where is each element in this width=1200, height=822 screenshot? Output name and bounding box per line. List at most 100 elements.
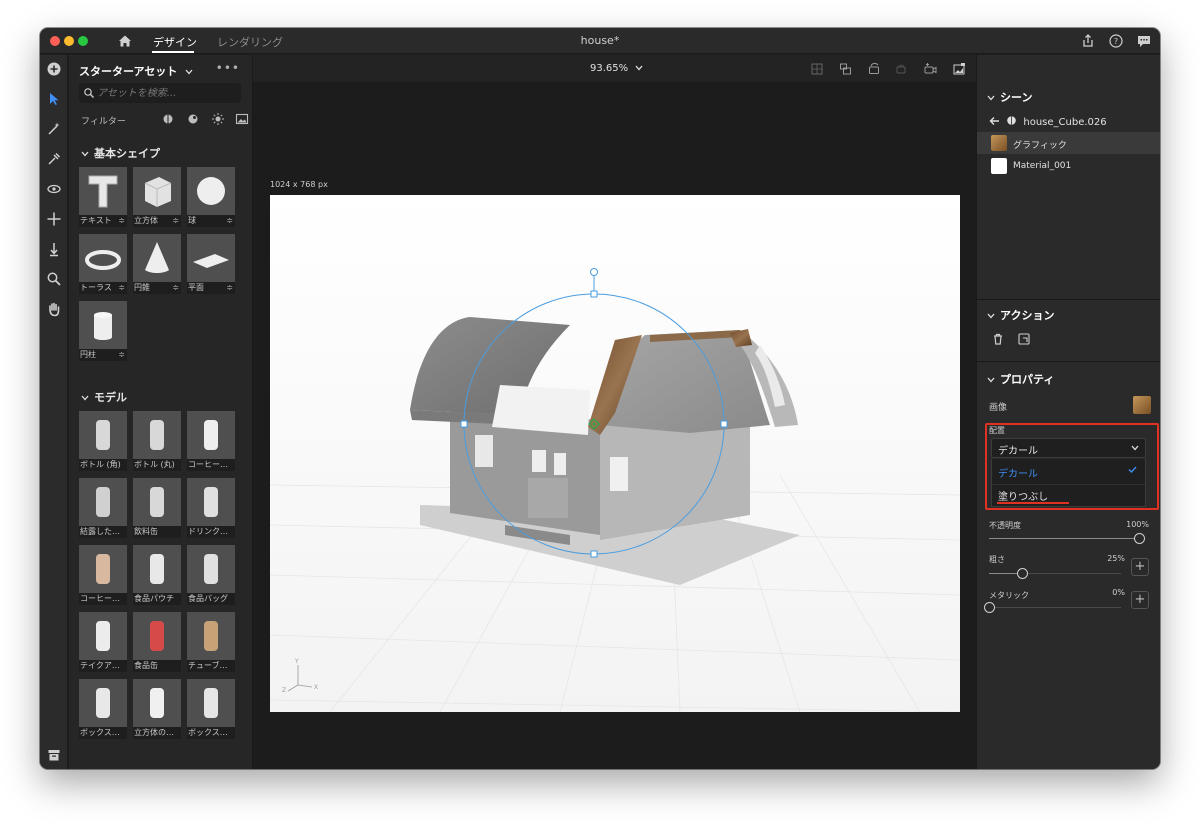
model-label: ボトル (角) xyxy=(79,459,127,471)
filter-material-icon[interactable] xyxy=(186,112,200,126)
model-tile[interactable]: ボックス… xyxy=(187,679,235,739)
model-thumbnail xyxy=(133,545,181,593)
scene-parent-row[interactable]: house_Cube.026 xyxy=(989,115,1107,128)
viewport-canvas[interactable]: Y Z X xyxy=(270,195,960,712)
settings-icon[interactable]: ≑ xyxy=(226,282,233,294)
replace-icon[interactable] xyxy=(1017,332,1031,346)
render-preview-icon[interactable] xyxy=(952,62,966,76)
menu-divider xyxy=(992,484,1145,485)
asset-tile[interactable]: 球 ≑ xyxy=(187,167,235,227)
placement-option-fill[interactable]: 塗りつぶし xyxy=(998,488,1048,503)
model-tile[interactable]: テイクア… xyxy=(79,612,127,672)
trash-icon[interactable] xyxy=(991,332,1005,346)
filter-3d-icon[interactable] xyxy=(161,112,175,126)
placement-dropdown[interactable]: デカール xyxy=(991,438,1146,458)
help-icon[interactable]: ? xyxy=(1108,33,1124,49)
actions-section[interactable]: アクション xyxy=(987,307,1054,323)
asset-tile[interactable]: 立方体 ≑ xyxy=(133,167,181,227)
metallic-slider-knob[interactable] xyxy=(984,602,995,613)
back-arrow-icon[interactable] xyxy=(989,116,1000,126)
model-tile[interactable]: 食品バッグ xyxy=(187,545,235,605)
asset-tile[interactable]: 円錐 ≑ xyxy=(133,234,181,294)
hand-icon[interactable] xyxy=(46,301,62,317)
material-row-graphic[interactable]: グラフィック xyxy=(977,132,1160,154)
model-tile[interactable]: ボックス… xyxy=(79,679,127,739)
model-thumbnail xyxy=(187,679,235,727)
model-tile[interactable]: 食品缶 xyxy=(133,612,181,672)
material-row-material-001[interactable]: Material_001 xyxy=(977,155,1160,177)
settings-icon[interactable]: ≑ xyxy=(118,349,125,361)
scene-parent-label: house_Cube.026 xyxy=(1023,117,1107,128)
opacity-slider-knob[interactable] xyxy=(1134,533,1145,544)
more-options-button[interactable]: ••• xyxy=(216,61,240,75)
zoom-icon[interactable] xyxy=(46,271,62,287)
camera-rotate-icon[interactable] xyxy=(867,62,881,76)
scene-section[interactable]: シーン xyxy=(987,89,1032,105)
asset-thumbnail xyxy=(79,234,127,282)
image-thumbnail[interactable] xyxy=(1133,396,1151,414)
settings-icon[interactable]: ≑ xyxy=(118,282,125,294)
dolly-icon[interactable] xyxy=(46,241,62,257)
roughness-slider-knob[interactable] xyxy=(1017,568,1028,579)
add-metallic-map-button[interactable]: + xyxy=(1131,591,1149,609)
model-label: コーヒー… xyxy=(79,593,127,605)
divider xyxy=(977,299,1160,300)
asset-tile[interactable]: テキスト ≑ xyxy=(79,167,127,227)
share-icon[interactable] xyxy=(1080,33,1096,49)
model-tile[interactable]: ボトル (角) xyxy=(79,411,127,471)
chevron-down-icon xyxy=(1131,445,1139,451)
model-tile[interactable]: チューブ… xyxy=(187,612,235,672)
pan-icon[interactable] xyxy=(46,211,62,227)
model-tile[interactable]: ボトル (丸) xyxy=(133,411,181,471)
placement-value: デカール xyxy=(998,446,1038,457)
roughness-slider[interactable] xyxy=(989,568,1121,579)
model-tile[interactable]: 飲料缶 xyxy=(133,478,181,538)
asset-tile[interactable]: 円柱 ≑ xyxy=(79,301,127,361)
settings-icon[interactable]: ≑ xyxy=(118,215,125,227)
search-input[interactable] xyxy=(97,83,237,103)
basic-shapes-section[interactable]: 基本シェイプ xyxy=(81,145,160,161)
settings-icon[interactable]: ≑ xyxy=(226,215,233,227)
sampler-icon[interactable] xyxy=(46,151,62,167)
viewport-scene: Y Z X xyxy=(270,195,960,712)
add-icon[interactable] xyxy=(46,61,62,77)
library-icon[interactable] xyxy=(46,747,62,763)
zoom-level-dropdown[interactable]: 93.65% xyxy=(590,63,643,74)
model-thumbnail xyxy=(79,478,127,526)
asset-search xyxy=(79,83,241,103)
zoom-level-value: 93.65% xyxy=(590,63,629,74)
opacity-value: 100% xyxy=(1126,520,1149,529)
model-thumbnail xyxy=(79,612,127,660)
model-tile[interactable]: 食品パウチ xyxy=(133,545,181,605)
camera-add-icon[interactable] xyxy=(923,62,937,76)
opacity-slider[interactable] xyxy=(989,533,1145,544)
model-tile[interactable]: コーヒー… xyxy=(187,411,235,471)
chevron-down-icon xyxy=(987,377,995,383)
model-tile[interactable]: コーヒー… xyxy=(79,545,127,605)
filter-light-icon[interactable] xyxy=(211,112,225,126)
settings-icon[interactable]: ≑ xyxy=(172,215,179,227)
asset-tile[interactable]: 平面 ≑ xyxy=(187,234,235,294)
select-icon[interactable] xyxy=(46,91,62,107)
add-roughness-map-button[interactable]: + xyxy=(1131,558,1149,576)
feedback-icon[interactable] xyxy=(1136,33,1152,49)
assets-header[interactable]: スターターアセット xyxy=(79,63,193,79)
magic-wand-icon[interactable] xyxy=(46,121,62,137)
metallic-slider[interactable] xyxy=(984,602,1121,613)
asset-tile[interactable]: トーラス ≑ xyxy=(79,234,127,294)
canvas-size-label: 1024 x 768 px xyxy=(270,180,328,189)
model-label: 飲料缶 xyxy=(133,526,181,538)
model-thumbnail xyxy=(133,612,181,660)
settings-icon[interactable]: ≑ xyxy=(172,282,179,294)
orbit-icon[interactable] xyxy=(46,181,62,197)
properties-section[interactable]: プロパティ xyxy=(987,371,1054,387)
models-section[interactable]: モデル xyxy=(81,389,127,405)
placement-option-decal[interactable]: デカール xyxy=(998,465,1038,480)
frame-icon[interactable] xyxy=(810,62,824,76)
camera-frame-icon[interactable] xyxy=(839,62,853,76)
camera-hand-icon[interactable] xyxy=(894,62,908,76)
model-tile[interactable]: 結露した… xyxy=(79,478,127,538)
filter-image-icon[interactable] xyxy=(235,112,249,126)
model-tile[interactable]: 立方体の… xyxy=(133,679,181,739)
model-tile[interactable]: ドリンク… xyxy=(187,478,235,538)
